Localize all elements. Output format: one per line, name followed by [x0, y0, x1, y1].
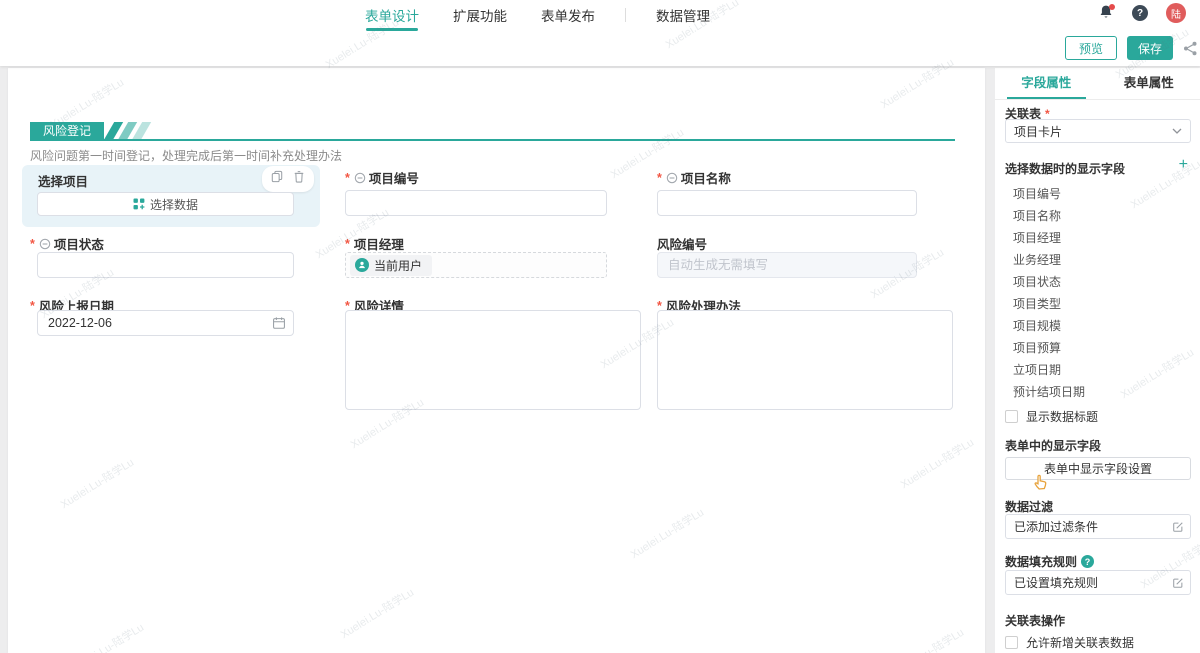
tab-label: 扩展功能 [453, 9, 507, 24]
display-field-item[interactable]: 项目编号 [1005, 183, 1185, 205]
checkbox-icon [1005, 636, 1018, 649]
chip-label: 当前用户 [374, 258, 423, 273]
display-field-item[interactable]: 项目规模 [1005, 315, 1185, 337]
risk-method-textarea[interactable] [657, 310, 953, 410]
table-ops-title: 关联表操作 [1005, 614, 1066, 628]
allow-add-related-checkbox[interactable]: 允许新增关联表数据 [1005, 634, 1134, 651]
form-title: 风险登记 [30, 122, 105, 140]
project-no-input[interactable] [345, 190, 607, 216]
display-field-item[interactable]: 项目预算 [1005, 337, 1185, 359]
edit-icon [1173, 521, 1183, 532]
required-mark: * [30, 236, 35, 251]
fill-rule-value: 已设置填充规则 [1014, 576, 1099, 590]
form-canvas: 风险登记 风险问题第一时间登记，处理完成后第一时间补充处理办法 选择项目 选择数… [8, 68, 985, 653]
calendar-icon[interactable] [272, 316, 286, 335]
display-field-item[interactable]: 业务经理 [1005, 249, 1185, 271]
toolbar-actions: 预览 保存 [1065, 36, 1197, 60]
data-filter-title: 数据过滤 [1005, 500, 1054, 514]
form-title-bar[interactable]: 风险登记 [30, 122, 152, 140]
related-table-select[interactable]: 项目卡片 [1005, 119, 1191, 143]
project-manager-field[interactable]: 当前用户 [345, 252, 607, 278]
hand-cursor-icon [1033, 473, 1050, 494]
checkbox-label: 显示数据标题 [1026, 410, 1099, 424]
show-data-title-checkbox[interactable]: 显示数据标题 [1005, 408, 1098, 425]
info-icon[interactable]: ? [1081, 555, 1095, 568]
preview-button[interactable]: 预览 [1065, 36, 1117, 60]
checkbox-label: 允许新增关联表数据 [1026, 636, 1135, 650]
project-no-label: * 项目编号 [345, 170, 419, 187]
title-underline [30, 139, 955, 141]
required-mark: * [345, 236, 350, 251]
project-status-label: * 项目状态 [30, 236, 104, 253]
nav-divider [625, 8, 626, 22]
tab-label: 表单发布 [541, 9, 595, 24]
widget-action-pill [262, 166, 314, 192]
display-field-item[interactable]: 项目类型 [1005, 293, 1185, 315]
related-table-value: 项目卡片 [1014, 124, 1063, 139]
tab-label: 表单设计 [365, 9, 419, 24]
chevron-down-icon [1172, 128, 1182, 134]
app-screen: Xuelei.Lu-陆学LuXuelei.Lu-陆学LuXuelei.Lu-陆学… [0, 0, 1200, 653]
checkbox-icon [1005, 410, 1018, 423]
properties-tabs: 字段属性 表单属性 [995, 68, 1200, 100]
tab-form-publish[interactable]: 表单发布 [541, 5, 595, 25]
main-nav-tabs: 表单设计 扩展功能 表单发布 数据管理 [365, 2, 710, 31]
top-header: 表单设计 扩展功能 表单发布 数据管理 ? 陆 预览 保存 [0, 0, 1200, 66]
display-field-item[interactable]: 预计结项日期 [1005, 381, 1185, 403]
form-description: 风险问题第一时间登记，处理完成后第一时间补充处理办法 [30, 149, 343, 163]
required-mark: * [345, 170, 350, 185]
project-status-input[interactable] [37, 252, 294, 278]
current-user-chip: 当前用户 [350, 254, 433, 276]
add-display-field-icon[interactable]: + [1179, 157, 1188, 173]
copy-icon[interactable] [271, 170, 283, 188]
link-icon [354, 172, 366, 183]
help-icon[interactable]: ? [1132, 5, 1148, 21]
select-data-label: 选择数据 [149, 197, 198, 212]
tab-form-design[interactable]: 表单设计 [365, 5, 419, 31]
link-icon [666, 172, 678, 183]
display-fields-title: 选择数据时的显示字段 [1005, 162, 1126, 176]
project-name-label: * 项目名称 [657, 170, 731, 187]
avatar[interactable]: 陆 [1166, 3, 1186, 23]
select-project-widget[interactable]: 选择项目 选择数据 [22, 165, 320, 227]
risk-detail-textarea[interactable] [345, 310, 641, 410]
tab-data-management[interactable]: 数据管理 [656, 5, 710, 25]
fill-rule-title: 数据填充规则 ? [1005, 553, 1095, 570]
share-icon[interactable] [1183, 41, 1198, 56]
tab-form-properties[interactable]: 表单属性 [1098, 68, 1200, 99]
project-name-input[interactable] [657, 190, 917, 216]
select-project-label: 选择项目 [38, 175, 89, 189]
data-filter-value: 已添加过滤条件 [1014, 520, 1099, 534]
user-icon [355, 258, 369, 272]
save-button[interactable]: 保存 [1127, 36, 1173, 60]
display-field-item[interactable]: 项目状态 [1005, 271, 1185, 293]
fill-rule-box[interactable]: 已设置填充规则 [1005, 570, 1191, 595]
notification-bell-icon[interactable] [1098, 4, 1115, 22]
help-glyph: ? [1136, 7, 1144, 19]
form-display-title: 表单中的显示字段 [1005, 439, 1102, 453]
risk-no-input[interactable] [657, 252, 917, 278]
required-mark: * [657, 170, 662, 185]
display-field-item[interactable]: 项目名称 [1005, 205, 1185, 227]
link-icon [39, 238, 51, 249]
display-field-item[interactable]: 项目经理 [1005, 227, 1185, 249]
required-mark: * [30, 298, 35, 313]
avatar-text: 陆 [1171, 9, 1181, 21]
select-data-button[interactable]: 选择数据 [37, 192, 294, 216]
properties-panel: 字段属性 表单属性 关联表 * 项目卡片 选择数据时的显示字段 + 项目编号 项目名… [995, 68, 1200, 653]
trash-icon[interactable] [293, 170, 305, 188]
tab-extensions[interactable]: 扩展功能 [453, 5, 507, 25]
select-data-icon [133, 198, 145, 210]
tab-field-properties[interactable]: 字段属性 [995, 68, 1098, 99]
edit-icon [1173, 577, 1183, 588]
display-field-list: 项目编号 项目名称 项目经理 业务经理 项目状态 项目类型 项目规模 项目预算 立项日期 预计结项… [1005, 183, 1185, 403]
tab-label: 数据管理 [656, 9, 710, 24]
header-icon-group: ? 陆 [1098, 3, 1186, 23]
notification-dot [1109, 4, 1115, 10]
risk-date-input[interactable] [37, 310, 294, 336]
risk-no-label: 风险编号 [657, 238, 708, 252]
display-field-item[interactable]: 立项日期 [1005, 359, 1185, 381]
data-filter-box[interactable]: 已添加过滤条件 [1005, 514, 1191, 539]
project-manager-label: * 项目经理 [345, 236, 404, 253]
